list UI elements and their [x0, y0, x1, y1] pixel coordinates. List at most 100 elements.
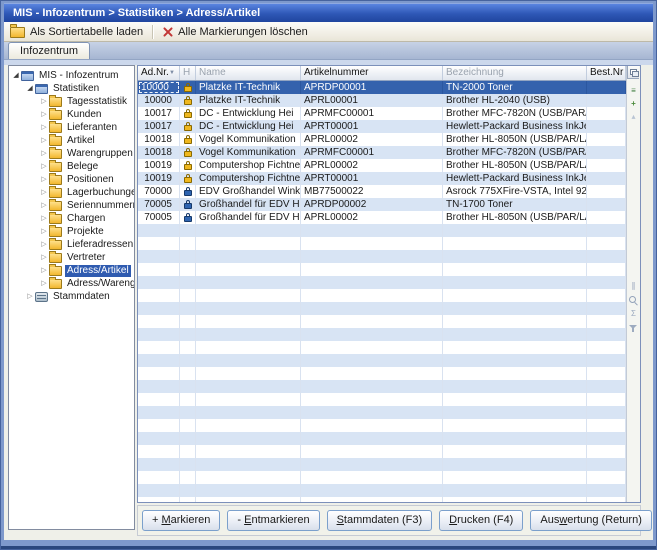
unmark-button[interactable]: - Entmarkieren	[227, 510, 319, 531]
empty-row[interactable]	[138, 250, 626, 263]
expander-icon[interactable]: ▷	[39, 199, 49, 212]
empty-row[interactable]	[138, 380, 626, 393]
tree-item[interactable]: ▷ Kunden	[9, 108, 134, 121]
tree-item[interactable]: ▷ Lagerbuchungen	[9, 186, 134, 199]
expander-icon[interactable]: ◢	[25, 82, 35, 95]
expander-icon[interactable]: ▷	[39, 225, 49, 238]
empty-row[interactable]	[138, 432, 626, 445]
empty-row[interactable]	[138, 354, 626, 367]
column-header-artikelnummer[interactable]: Artikelnummer	[301, 66, 443, 80]
empty-row[interactable]	[138, 237, 626, 250]
empty-row[interactable]	[138, 393, 626, 406]
load-sort-table-label: Als Sortiertabelle laden	[30, 26, 143, 38]
expander-icon[interactable]: ▷	[39, 186, 49, 199]
empty-row[interactable]	[138, 224, 626, 237]
expander-icon[interactable]: ▷	[39, 212, 49, 225]
print-button[interactable]: Drucken (F4)	[439, 510, 523, 531]
expander-icon[interactable]: ▷	[39, 251, 49, 264]
expander-icon[interactable]: ▷	[39, 147, 49, 160]
table-row[interactable]: 10019 Computershop Fichtne APRL00002 Bro…	[138, 159, 626, 172]
column-chooser-icon[interactable]	[627, 66, 639, 79]
empty-row[interactable]	[138, 289, 626, 302]
expander-icon[interactable]: ▷	[39, 264, 49, 277]
cell-name	[196, 263, 301, 276]
search-icon[interactable]	[629, 296, 638, 305]
tree-item[interactable]: ▷ Positionen	[9, 173, 134, 186]
table-row[interactable]: 70005 Großhandel für EDV H APRDP00002 TN…	[138, 198, 626, 211]
tree-item[interactable]: ▷ Adress/Warengruppen	[9, 277, 134, 290]
empty-row[interactable]	[138, 458, 626, 471]
table-row[interactable]: 10000 Platzke IT-Technik APRL00001 Broth…	[138, 94, 626, 107]
cell-bestnr	[587, 211, 626, 224]
empty-row[interactable]	[138, 302, 626, 315]
table-row[interactable]: 70000 EDV Großhandel Winkl MB77500022 As…	[138, 185, 626, 198]
tree-item-label: Adress/Artikel	[65, 265, 131, 277]
column-header-bestnr[interactable]: Best.Nr	[587, 66, 626, 80]
tree-item[interactable]: ◢ Statistiken	[9, 82, 134, 95]
table-row[interactable]: 70005 Großhandel für EDV H APRL00002 Bro…	[138, 211, 626, 224]
tree-item[interactable]: ▷ Belege	[9, 160, 134, 173]
cell-h	[180, 263, 196, 276]
empty-row[interactable]	[138, 471, 626, 484]
expander-icon[interactable]: ▷	[39, 160, 49, 173]
tree-item[interactable]: ▷ Chargen	[9, 212, 134, 225]
table-row[interactable]: 10017 DC - Entwicklung Hei APRT00001 Hew…	[138, 120, 626, 133]
table-row[interactable]: 10019 Computershop Fichtne APRT00001 Hew…	[138, 172, 626, 185]
tree-item[interactable]: ▷ Adress/Artikel	[9, 264, 134, 277]
plus-icon[interactable]: +	[627, 99, 640, 109]
cell-name: Großhandel für EDV H	[196, 211, 301, 224]
up-triangle-icon[interactable]: ▴	[627, 112, 640, 122]
expander-icon[interactable]: ▷	[39, 277, 49, 290]
expander-icon[interactable]: ▷	[39, 134, 49, 147]
tree-item[interactable]: ▷ Vertreter	[9, 251, 134, 264]
empty-row[interactable]	[138, 276, 626, 289]
empty-row[interactable]	[138, 367, 626, 380]
column-header-name[interactable]: Name	[196, 66, 301, 80]
mark-button[interactable]: + Markieren	[142, 510, 220, 531]
cell-adnr: 10019	[138, 159, 180, 172]
load-sort-table-button[interactable]: Als Sortiertabelle laden	[4, 23, 149, 40]
tree-item[interactable]: ▷ Lieferadressen	[9, 238, 134, 251]
column-header-bezeichnung[interactable]: Bezeichnung	[443, 66, 587, 80]
table-row[interactable]: 10018 Vogel Kommunikation APRL00002 Brot…	[138, 133, 626, 146]
expander-icon[interactable]: ▷	[39, 108, 49, 121]
table-row[interactable]: 10000 Platzke IT-Technik APRDP00001 TN-2…	[138, 81, 626, 94]
empty-row[interactable]	[138, 484, 626, 497]
masterdata-button[interactable]: Stammdaten (F3)	[327, 510, 433, 531]
title-bar[interactable]: MIS - Infozentrum > Statistiken > Adress…	[4, 3, 653, 22]
columns-icon[interactable]: ∥	[627, 281, 640, 291]
cell-bestnr	[587, 289, 626, 302]
clear-marks-button[interactable]: Alle Markierungen löschen	[157, 23, 314, 40]
evaluation-button[interactable]: Auswertung (Return)	[530, 510, 652, 531]
sum-icon[interactable]: Σ	[627, 309, 640, 319]
tree-item[interactable]: ▷ Artikel	[9, 134, 134, 147]
expander-icon[interactable]: ▷	[25, 290, 35, 303]
column-header-adnr[interactable]: Ad.Nr. ▼	[138, 66, 180, 80]
column-header-h[interactable]: H	[180, 66, 196, 80]
empty-row[interactable]	[138, 315, 626, 328]
table-row[interactable]: 10018 Vogel Kommunikation APRMFC00001 Br…	[138, 146, 626, 159]
expander-icon[interactable]: ▷	[39, 173, 49, 186]
expander-icon[interactable]: ▷	[39, 121, 49, 134]
tree-item[interactable]: ▷ Seriennummern	[9, 199, 134, 212]
tree-item[interactable]: ◢ MIS - Infozentrum	[9, 69, 134, 82]
filter-icon[interactable]	[629, 324, 638, 333]
expander-icon[interactable]: ▷	[39, 95, 49, 108]
tree-item[interactable]: ▷ Tagesstatistik	[9, 95, 134, 108]
empty-row[interactable]	[138, 341, 626, 354]
tree-item[interactable]: ▷ Warengruppen	[9, 147, 134, 160]
empty-row[interactable]	[138, 406, 626, 419]
sort-lines-icon[interactable]: ≡	[627, 86, 640, 96]
empty-row[interactable]	[138, 328, 626, 341]
tree-item[interactable]: ▷ Lieferanten	[9, 121, 134, 134]
expander-icon[interactable]: ◢	[11, 69, 21, 82]
empty-row[interactable]	[138, 419, 626, 432]
expander-icon[interactable]: ▷	[39, 238, 49, 251]
empty-row[interactable]	[138, 445, 626, 458]
tree-item[interactable]: ▷ Projekte	[9, 225, 134, 238]
tree-item[interactable]: ▷ Stammdaten	[9, 290, 134, 303]
empty-row[interactable]	[138, 263, 626, 276]
tab-infozentrum[interactable]: Infozentrum	[8, 42, 90, 59]
empty-row[interactable]	[138, 497, 626, 502]
table-row[interactable]: 10017 DC - Entwicklung Hei APRMFC00001 B…	[138, 107, 626, 120]
